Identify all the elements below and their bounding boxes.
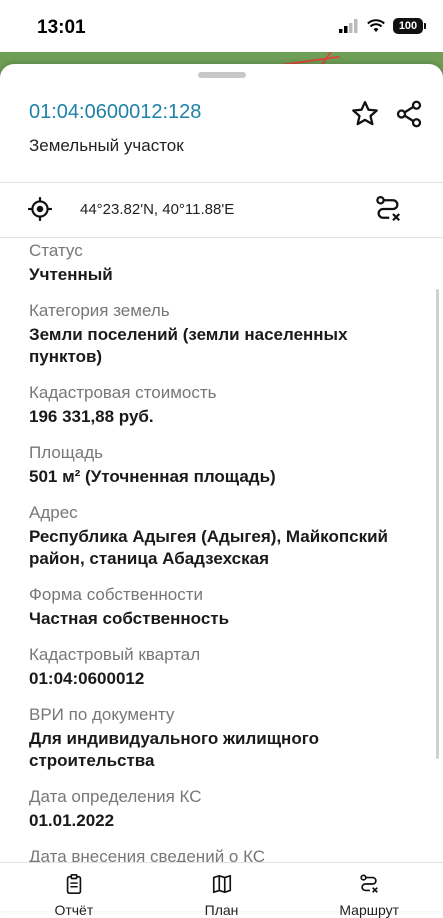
field-address: Адрес Республика Адыгея (Адыгея), Майкоп… [29, 502, 419, 570]
field-value: 196 331,88 руб. [29, 407, 154, 426]
field-label: Кадастровый квартал [29, 645, 201, 664]
coordinates-text[interactable]: 44°23.82'N, 40°11.88'E [80, 201, 234, 218]
report-icon [66, 874, 82, 894]
field-label: Кадастровая стоимость [29, 383, 217, 402]
scrollbar[interactable] [436, 289, 439, 759]
route-icon[interactable] [373, 194, 403, 224]
field-cadastral-quarter: Кадастровый квартал 01:04:0600012 [29, 644, 419, 690]
details-sheet: 01:04:0600012:128 Земельный участок 44°2… [0, 64, 443, 910]
status-time: 13:01 [37, 17, 86, 38]
field-label: Дата определения КС [29, 787, 202, 806]
field-value: 01.01.2022 [29, 811, 115, 830]
field-valuation-date: Дата определения КС 01.01.2022 [29, 786, 419, 832]
field-value: Республика Адыгея (Адыгея), Майкопский р… [29, 527, 388, 568]
field-cadastral-value: Кадастровая стоимость 196 331,88 руб. [29, 382, 419, 428]
battery-icon: 100 [393, 18, 426, 34]
field-label: Категория земель [29, 301, 170, 320]
field-label: Форма собственности [29, 585, 203, 604]
tab-route[interactable]: Маршрут [295, 863, 443, 918]
field-value: 01:04:0600012 [29, 669, 145, 688]
star-icon[interactable] [350, 99, 380, 129]
field-label: ВРИ по документу [29, 705, 175, 724]
field-label: Адрес [29, 503, 78, 522]
sheet-grabber[interactable] [198, 72, 246, 78]
field-value: Для индивидуального жилищного строительс… [29, 729, 319, 770]
field-label: Статус [29, 241, 83, 260]
field-value: Земли поселений (земли населенных пункто… [29, 325, 348, 366]
bottom-tab-bar: Отчёт План Маршрут [0, 862, 443, 918]
route-icon [360, 874, 379, 893]
share-icon[interactable] [394, 99, 424, 129]
signal-icon [339, 19, 358, 33]
tab-label: Маршрут [339, 902, 400, 918]
location-target-icon[interactable] [27, 196, 53, 222]
field-value: Частная собственность [29, 609, 230, 628]
tab-report[interactable]: Отчёт [0, 863, 148, 918]
field-permitted-use: ВРИ по документу Для индивидуального жил… [29, 704, 419, 772]
wifi-icon [367, 19, 385, 32]
status-bar: 13:01 100 [0, 0, 443, 52]
field-land-category: Категория земель Земли поселений (земли … [29, 300, 419, 368]
object-type: Земельный участок [29, 136, 184, 155]
field-value: Учтенный [29, 265, 113, 284]
tab-label: План [204, 902, 239, 918]
cadastral-number[interactable]: 01:04:0600012:128 [29, 101, 201, 124]
field-label: Площадь [29, 443, 104, 462]
tab-plan[interactable]: План [148, 863, 296, 918]
tab-label: Отчёт [54, 902, 94, 918]
field-status: Статус Учтенный [29, 240, 419, 286]
details-list: Статус Учтенный Категория земель Земли п… [29, 240, 419, 882]
status-icons: 100 [339, 18, 426, 34]
field-ownership: Форма собственности Частная собственност… [29, 584, 419, 630]
map-icon [212, 874, 231, 894]
field-area: Площадь 501 м² (Уточненная площадь) [29, 442, 419, 488]
field-value: 501 м² (Уточненная площадь) [29, 467, 276, 486]
coordinates-row[interactable]: 44°23.82'N, 40°11.88'E [0, 182, 443, 238]
